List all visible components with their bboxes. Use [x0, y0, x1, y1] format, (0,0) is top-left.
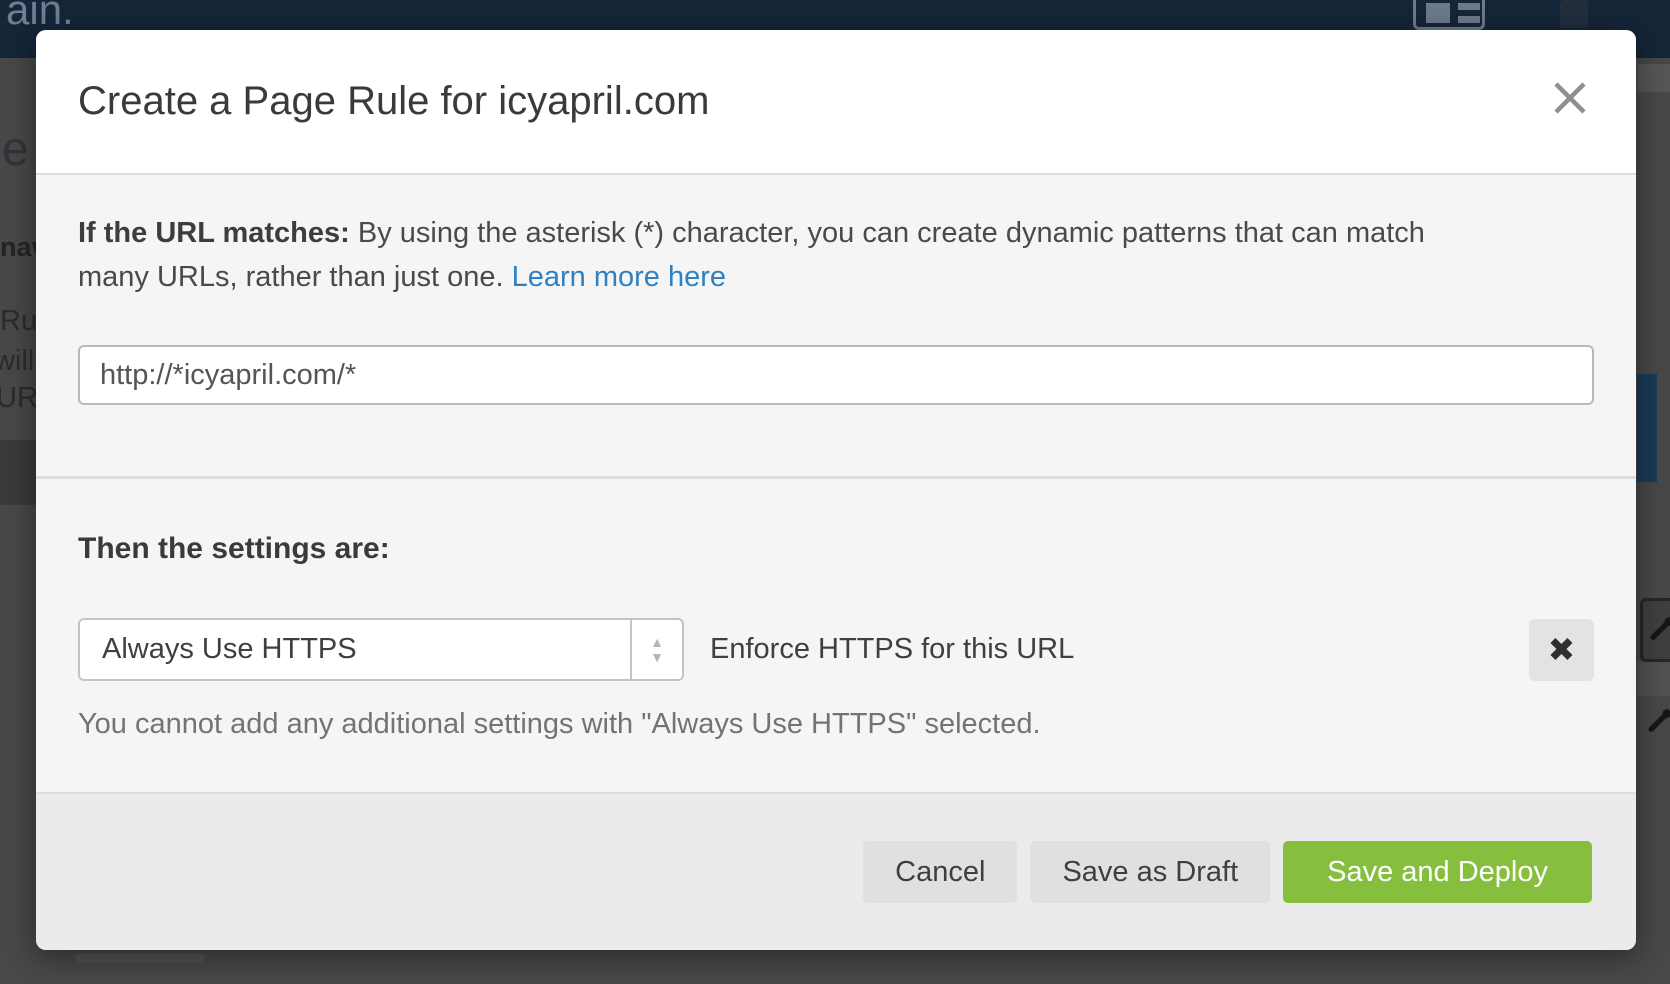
- close-icon: [1552, 80, 1588, 116]
- nav-widget-icon: [1560, 0, 1588, 28]
- setting-select[interactable]: Always Use HTTPS ▲ ▼: [78, 618, 684, 681]
- wrench-icon: [1644, 706, 1670, 736]
- chevron-down-icon: ▼: [650, 650, 664, 665]
- modal-body: If the URL matches: By using the asteris…: [36, 175, 1636, 741]
- url-match-description: If the URL matches: By using the asteris…: [78, 211, 1488, 299]
- settings-note: You cannot add any additional settings w…: [78, 708, 1594, 741]
- close-button[interactable]: [1552, 80, 1588, 116]
- setting-row: Always Use HTTPS ▲ ▼ Enforce HTTPS for t…: [78, 618, 1594, 681]
- background-text-fragment: will: [0, 345, 34, 378]
- modal-title: Create a Page Rule for icyapril.com: [78, 79, 709, 124]
- background-text-fragment: e: [2, 122, 29, 177]
- layout-grid-icon: [1413, 0, 1485, 30]
- background-domain-fragment: ain.: [6, 0, 74, 34]
- url-match-label: If the URL matches:: [78, 217, 350, 249]
- settings-heading: Then the settings are:: [78, 532, 1594, 566]
- select-spinner[interactable]: ▲ ▼: [630, 620, 682, 679]
- background-content-fragment: [75, 953, 205, 962]
- background-band: [1637, 662, 1670, 696]
- background-band: [1637, 64, 1670, 92]
- background-text-fragment: UR: [0, 382, 36, 415]
- setting-description: Enforce HTTPS for this URL: [710, 633, 1074, 666]
- learn-more-link[interactable]: Learn more here: [512, 261, 726, 293]
- modal-header: Create a Page Rule for icyapril.com: [36, 30, 1636, 175]
- wrench-icon: [1646, 614, 1670, 644]
- modal-footer: Cancel Save as Draft Save and Deploy: [36, 792, 1636, 950]
- save-as-draft-button[interactable]: Save as Draft: [1030, 841, 1270, 903]
- section-divider: [36, 476, 1636, 479]
- setting-select-value: Always Use HTTPS: [80, 620, 630, 679]
- background-page-left-edge: e nav Ru will UR: [0, 58, 36, 984]
- url-pattern-input[interactable]: [78, 345, 1594, 405]
- save-and-deploy-button[interactable]: Save and Deploy: [1283, 841, 1592, 903]
- background-text-fragment: nav: [0, 232, 36, 263]
- cancel-button[interactable]: Cancel: [863, 841, 1017, 903]
- remove-setting-button[interactable]: ✖: [1529, 619, 1594, 681]
- background-blue-button-fragment: [1637, 374, 1657, 482]
- create-page-rule-modal: Create a Page Rule for icyapril.com If t…: [36, 30, 1636, 950]
- background-page-right-edge: [1637, 58, 1670, 984]
- chevron-up-icon: ▲: [650, 635, 664, 650]
- background-table-header-fragment: [0, 440, 36, 505]
- remove-icon: ✖: [1548, 630, 1576, 669]
- background-text-fragment: Ru: [0, 305, 36, 338]
